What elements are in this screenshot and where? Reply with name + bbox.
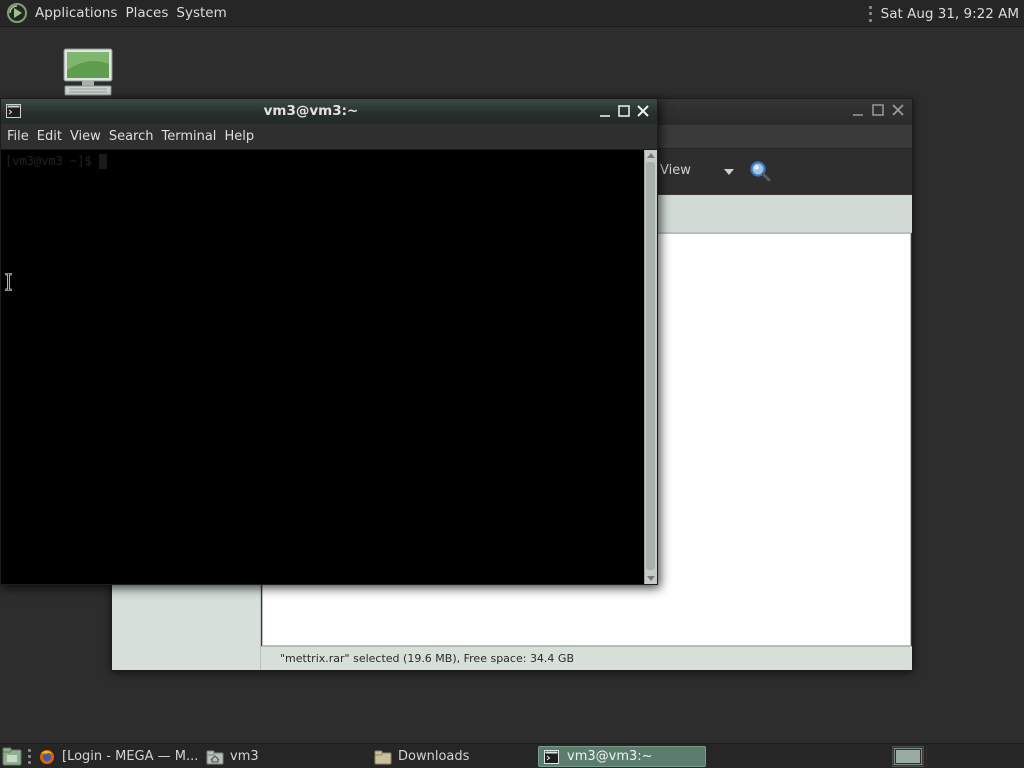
taskbar-item-terminal[interactable]: vm3@vm3:~ — [538, 746, 706, 767]
panel-grip-icon[interactable] — [868, 5, 873, 22]
folder-icon — [374, 749, 392, 765]
terminal-titlebar[interactable]: vm3@vm3:~ — [1, 99, 657, 124]
taskbar-item-label: vm3 — [230, 749, 259, 764]
status-bar: "mettrix.rar" selected (19.6 MB), Free s… — [261, 646, 912, 670]
view-button[interactable]: View — [660, 163, 691, 178]
terminal-window[interactable]: vm3@vm3:~ File Edit View Search Terminal… — [0, 98, 658, 585]
menu-search[interactable]: Search — [105, 129, 158, 144]
distro-logo-icon[interactable] — [6, 2, 28, 24]
taskbar-item-label: [Login - MEGA — M... — [62, 749, 198, 764]
close-icon[interactable] — [890, 102, 906, 118]
taskbar-item-label: vm3@vm3:~ — [567, 749, 653, 764]
scrollbar[interactable] — [644, 150, 657, 584]
menu-help[interactable]: Help — [220, 129, 258, 144]
top-panel: Applications Places System Sat Aug 31, 9… — [0, 0, 1024, 27]
panel-grip-icon[interactable] — [28, 749, 32, 764]
system-menu[interactable]: System — [172, 5, 230, 21]
workspace-switcher-1[interactable] — [892, 746, 924, 767]
places-menu[interactable]: Places — [121, 5, 172, 21]
close-icon[interactable] — [635, 103, 651, 119]
firefox-icon — [38, 749, 56, 765]
taskbar-item-home[interactable]: vm3 — [206, 746, 356, 767]
workspace-preview-icon — [894, 748, 922, 765]
shell-prompt: [vm3@vm3 ~]$ — [5, 154, 99, 168]
terminal-menubar: File Edit View Search Terminal Help — [1, 124, 657, 150]
terminal-icon — [543, 749, 561, 765]
menu-edit[interactable]: Edit — [33, 129, 66, 144]
menu-view[interactable]: View — [66, 129, 105, 144]
menu-terminal[interactable]: Terminal — [157, 129, 220, 144]
clock[interactable]: Sat Aug 31, 9:22 AM — [881, 6, 1019, 22]
show-desktop-icon[interactable] — [2, 747, 22, 766]
mouse-ibeam-cursor-icon — [4, 272, 13, 292]
bottom-panel: [Login - MEGA — M... vm3 Downloads vm3@v… — [0, 743, 1024, 768]
chevron-down-icon[interactable] — [724, 169, 734, 175]
terminal-output[interactable]: [vm3@vm3 ~]$ — [1, 150, 644, 584]
computer-icon[interactable] — [62, 48, 114, 98]
scroll-down-icon[interactable] — [647, 576, 655, 581]
minimize-icon[interactable] — [597, 103, 613, 119]
workspace-switcher-2[interactable] — [926, 746, 1024, 767]
panel-tray: Sat Aug 31, 9:22 AM — [868, 0, 1019, 27]
scroll-up-icon[interactable] — [647, 153, 655, 158]
taskbar-item-browser[interactable]: [Login - MEGA — M... — [38, 746, 198, 767]
window-title: vm3@vm3:~ — [263, 103, 359, 119]
maximize-icon[interactable] — [870, 102, 886, 118]
magnifier-icon[interactable] — [748, 159, 772, 183]
text-cursor — [98, 154, 107, 169]
taskbar-item-label: Downloads — [398, 749, 470, 764]
taskbar-item-downloads[interactable]: Downloads — [374, 746, 534, 767]
home-folder-icon — [206, 749, 224, 765]
applications-menu[interactable]: Applications — [31, 5, 121, 21]
scrollbar-thumb[interactable] — [646, 162, 655, 570]
minimize-icon[interactable] — [850, 102, 866, 118]
maximize-icon[interactable] — [616, 103, 632, 119]
menu-file[interactable]: File — [3, 129, 33, 144]
